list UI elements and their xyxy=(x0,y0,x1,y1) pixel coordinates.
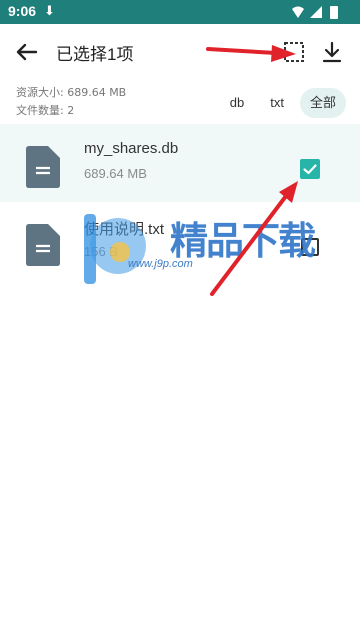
status-bar: 9:06 ⬇ xyxy=(0,0,360,24)
check-icon xyxy=(303,164,317,175)
battery-icon xyxy=(330,6,338,19)
app-bar: 已选择1项 xyxy=(0,24,360,80)
wifi-icon xyxy=(292,6,304,18)
filter-all[interactable]: 全部 xyxy=(299,88,346,118)
signal-icon xyxy=(310,6,322,18)
list-item[interactable]: my_shares.db 689.64 MB xyxy=(0,124,360,202)
system-icons xyxy=(292,6,338,19)
select-all-icon xyxy=(284,42,304,62)
list-item[interactable]: 使用说明.txt 156 B xyxy=(0,202,360,280)
arrow-back-icon xyxy=(16,43,38,61)
resource-summary: 资源大小: 689.64 MB 文件数量: 2 xyxy=(16,84,126,120)
file-type-filters: db txt 全部 xyxy=(220,88,346,118)
select-all-button[interactable] xyxy=(282,40,306,64)
file-checkbox[interactable] xyxy=(301,238,319,256)
status-time: 9:06 xyxy=(8,3,37,19)
file-list: my_shares.db 689.64 MB 使用说明.txt 156 B xyxy=(0,124,360,280)
resource-size: 资源大小: 689.64 MB xyxy=(16,86,127,99)
file-name: 使用说明.txt xyxy=(84,221,165,238)
file-selection-sheet: 已选择1项 资源大小: 689.64 MB 文件数量: 2 db txt 全部 … xyxy=(0,24,360,640)
file-checkbox[interactable] xyxy=(300,159,320,179)
file-count: 文件数量: 2 xyxy=(16,104,75,117)
download-icon xyxy=(322,41,342,63)
document-icon xyxy=(26,146,60,188)
download-button[interactable] xyxy=(318,38,346,66)
document-icon xyxy=(26,224,60,266)
page-title: 已选择1项 xyxy=(56,45,134,64)
download-notification-icon: ⬇ xyxy=(44,3,55,18)
file-size: 689.64 MB xyxy=(84,166,147,181)
file-name: my_shares.db xyxy=(84,140,179,157)
filter-db[interactable]: db xyxy=(220,88,254,118)
file-size: 156 B xyxy=(84,244,118,259)
filter-txt[interactable]: txt xyxy=(260,88,294,118)
back-button[interactable] xyxy=(10,36,42,68)
